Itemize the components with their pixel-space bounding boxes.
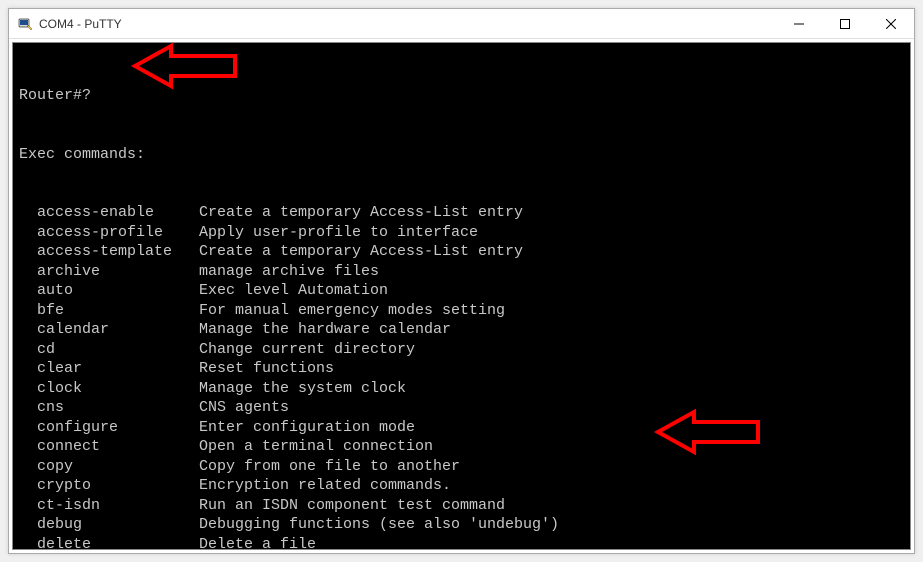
command-row: access-templateCreate a temporary Access… <box>19 242 904 262</box>
command-name: debug <box>19 515 199 535</box>
command-row: ct-isdnRun an ISDN component test comman… <box>19 496 904 516</box>
command-name: copy <box>19 457 199 477</box>
window-title: COM4 - PuTTY <box>39 17 122 31</box>
command-row: cnsCNS agents <box>19 398 904 418</box>
command-row: access-enableCreate a temporary Access-L… <box>19 203 904 223</box>
command-desc: Delete a file <box>199 535 904 551</box>
command-row: autoExec level Automation <box>19 281 904 301</box>
close-button[interactable] <box>868 9 914 38</box>
command-row: debugDebugging functions (see also 'unde… <box>19 515 904 535</box>
command-name: ct-isdn <box>19 496 199 516</box>
command-desc: Debugging functions (see also 'undebug') <box>199 515 904 535</box>
command-desc: Create a temporary Access-List entry <box>199 203 904 223</box>
command-name: clear <box>19 359 199 379</box>
exec-header: Exec commands: <box>19 145 904 165</box>
window-controls <box>776 9 914 38</box>
command-row: bfeFor manual emergency modes setting <box>19 301 904 321</box>
terminal-area[interactable]: Router#? Exec commands: access-enableCre… <box>12 42 911 550</box>
command-name: cns <box>19 398 199 418</box>
command-name: crypto <box>19 476 199 496</box>
command-name: delete <box>19 535 199 551</box>
command-desc: Exec level Automation <box>199 281 904 301</box>
command-desc: Manage the hardware calendar <box>199 320 904 340</box>
title-left: COM4 - PuTTY <box>17 16 122 32</box>
command-row: clockManage the system clock <box>19 379 904 399</box>
command-desc: Manage the system clock <box>199 379 904 399</box>
command-desc: Encryption related commands. <box>199 476 904 496</box>
command-desc: Enter configuration mode <box>199 418 904 438</box>
command-desc: Apply user-profile to interface <box>199 223 904 243</box>
command-desc: manage archive files <box>199 262 904 282</box>
command-row: access-profileApply user-profile to inte… <box>19 223 904 243</box>
command-row: configureEnter configuration mode <box>19 418 904 438</box>
command-row: deleteDelete a file <box>19 535 904 551</box>
command-desc: Run an ISDN component test command <box>199 496 904 516</box>
command-name: calendar <box>19 320 199 340</box>
command-name: auto <box>19 281 199 301</box>
command-name: bfe <box>19 301 199 321</box>
command-desc: For manual emergency modes setting <box>199 301 904 321</box>
command-row: archivemanage archive files <box>19 262 904 282</box>
command-row: clearReset functions <box>19 359 904 379</box>
minimize-button[interactable] <box>776 9 822 38</box>
command-name: clock <box>19 379 199 399</box>
command-desc: Create a temporary Access-List entry <box>199 242 904 262</box>
command-name: connect <box>19 437 199 457</box>
command-name: access-enable <box>19 203 199 223</box>
maximize-button[interactable] <box>822 9 868 38</box>
command-desc: Change current directory <box>199 340 904 360</box>
command-name: access-template <box>19 242 199 262</box>
command-row: calendarManage the hardware calendar <box>19 320 904 340</box>
command-desc: Reset functions <box>199 359 904 379</box>
prompt-line: Router#? <box>19 86 904 106</box>
putty-window: COM4 - PuTTY Router#? Exec commands: acc… <box>8 8 915 554</box>
command-name: cd <box>19 340 199 360</box>
command-row: cdChange current directory <box>19 340 904 360</box>
command-row: copyCopy from one file to another <box>19 457 904 477</box>
command-list: access-enableCreate a temporary Access-L… <box>19 203 904 550</box>
title-bar[interactable]: COM4 - PuTTY <box>9 9 914 39</box>
command-desc: Open a terminal connection <box>199 437 904 457</box>
command-desc: CNS agents <box>199 398 904 418</box>
command-row: cryptoEncryption related commands. <box>19 476 904 496</box>
command-name: configure <box>19 418 199 438</box>
putty-icon <box>17 16 33 32</box>
command-desc: Copy from one file to another <box>199 457 904 477</box>
command-name: access-profile <box>19 223 199 243</box>
command-name: archive <box>19 262 199 282</box>
command-row: connectOpen a terminal connection <box>19 437 904 457</box>
